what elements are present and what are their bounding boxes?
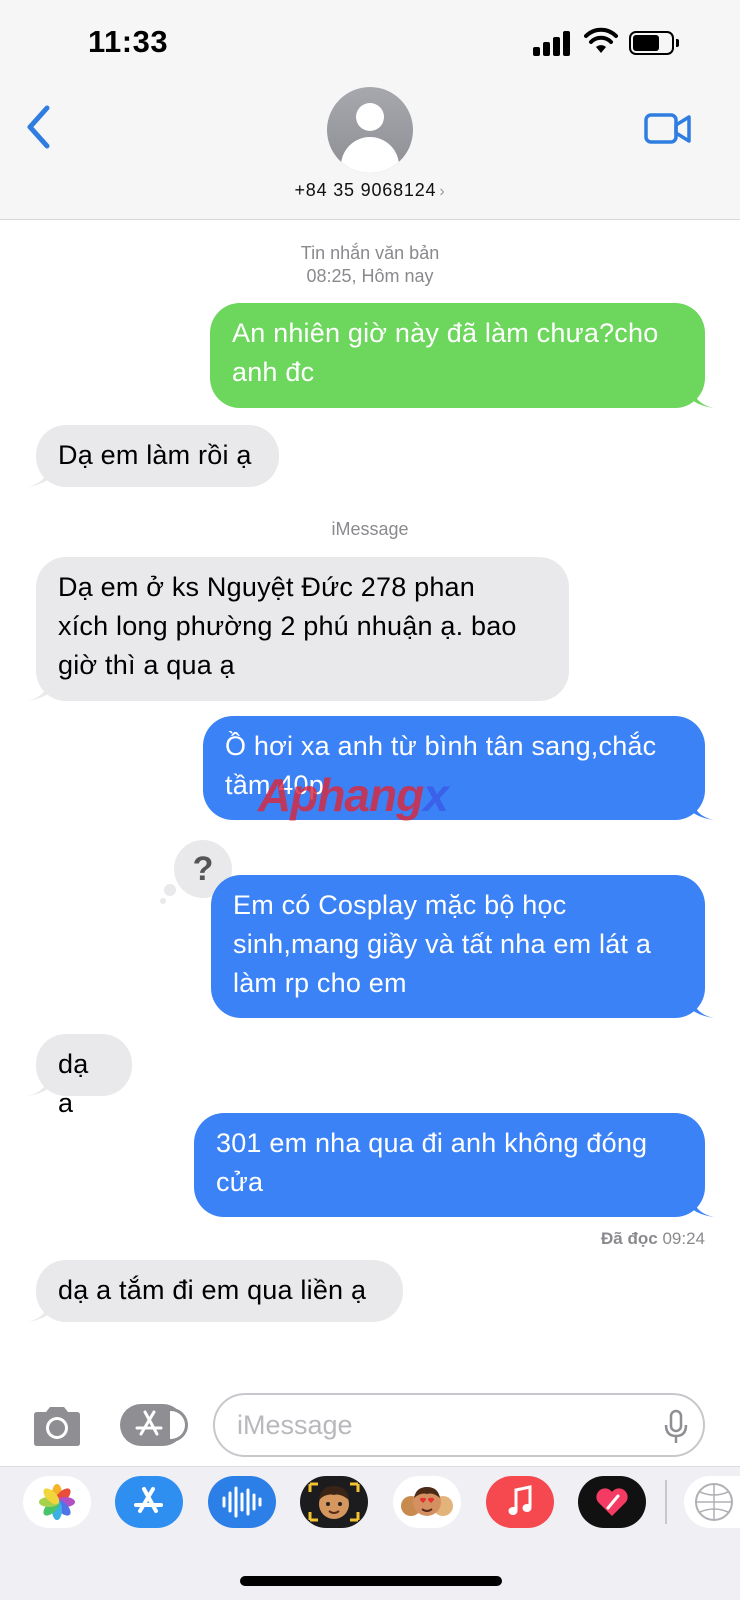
message-line: làm rp cho em [233, 968, 407, 998]
message-input-placeholder: iMessage [237, 1410, 353, 1440]
message-line: dạ a [58, 1049, 89, 1118]
battery-icon [629, 31, 679, 55]
app-store-glyph-icon [135, 1410, 163, 1436]
video-camera-icon[interactable] [644, 110, 692, 148]
message-line: Dạ em ở ks Nguyệt Đức 278 phan [58, 572, 475, 602]
message-line: An nhiên giờ này đã làm chưa?cho [232, 318, 659, 348]
watermark-logo: Aphangx [258, 769, 449, 821]
bubble-tail [27, 679, 49, 701]
audio-message-icon[interactable] [208, 1476, 276, 1528]
message-line: Dạ em làm rồi ạ [58, 440, 252, 470]
cellular-signal-icon [533, 30, 573, 56]
bubble-tail [692, 1195, 714, 1217]
message-line: dạ a tắm đi em qua liền ạ [58, 1275, 367, 1305]
message-bubble-received[interactable]: dạ a [27, 1034, 132, 1118]
message-bubble-sent[interactable]: An nhiên giờ này đã làm chưa?cho anh đc [210, 303, 714, 408]
wifi-icon [584, 27, 618, 53]
message-line: xích long phường 2 phú nhuận ạ. bao [58, 611, 517, 641]
message-line: sinh,mang giầy và tất nha em lát a [233, 929, 652, 959]
avatar[interactable] [327, 87, 413, 173]
message-bubble-sent[interactable]: Em có Cosplay mặc bộ học sinh,mang giầy … [211, 875, 714, 1018]
more-apps-icon[interactable] [684, 1476, 740, 1528]
app-store-icon[interactable] [115, 1476, 183, 1528]
service-label-sms: Tin nhắn văn bản [300, 243, 440, 263]
music-icon[interactable] [486, 1476, 554, 1528]
message-bubble-received[interactable]: dạ a tắm đi em qua liền ạ [27, 1260, 403, 1322]
chevron-left-icon[interactable] [22, 104, 58, 150]
message-bubble-received[interactable]: Dạ em làm rồi ạ [27, 425, 279, 487]
camera-icon[interactable] [30, 1405, 84, 1447]
read-receipt: Đã đọc 09:24 [0, 1229, 705, 1249]
app-store-button[interactable] [120, 1404, 188, 1446]
bubble-tail [27, 465, 49, 487]
status-time: 11:33 [88, 24, 169, 59]
bubble-tail [692, 798, 714, 820]
contact-name[interactable]: +84 35 9068124 › [0, 180, 740, 201]
message-line: giờ thì a qua ạ [58, 650, 235, 680]
read-receipt-label: Đã đọc [601, 1229, 658, 1248]
home-indicator[interactable] [240, 1576, 502, 1586]
message-bubble-received[interactable]: Dạ em ở ks Nguyệt Đức 278 phan xích long… [27, 557, 569, 701]
bubble-tail [27, 1074, 49, 1096]
photos-icon[interactable] [23, 1476, 91, 1528]
timestamp: 08:25, Hôm nay [306, 266, 434, 286]
bubble-tail [692, 996, 714, 1018]
memoji-icon[interactable] [300, 1476, 368, 1528]
contact-number: +84 35 9068124 [294, 180, 437, 200]
message-line: cửa [216, 1167, 264, 1197]
memoji-stickers-icon[interactable] [393, 1476, 461, 1528]
message-line: 301 em nha qua đi anh không đóng [216, 1128, 648, 1158]
bubble-tail [27, 1300, 49, 1322]
service-label-imessage: iMessage [331, 519, 409, 539]
message-input[interactable]: iMessage [213, 1393, 705, 1457]
bubble-tail [692, 386, 714, 408]
microphone-icon[interactable] [663, 1409, 689, 1445]
drawer-divider [665, 1480, 667, 1524]
message-line: anh đc [232, 357, 315, 387]
message-line: Ồ hơi xa anh từ bình tân sang,chắc [225, 731, 657, 761]
read-receipt-time: 09:24 [662, 1229, 705, 1248]
message-bubble-sent[interactable]: 301 em nha qua đi anh không đóng cửa [194, 1113, 714, 1217]
message-line: Em có Cosplay mặc bộ học [233, 890, 567, 920]
chevron-right-icon: › [439, 183, 446, 200]
digital-touch-icon[interactable] [578, 1476, 646, 1528]
